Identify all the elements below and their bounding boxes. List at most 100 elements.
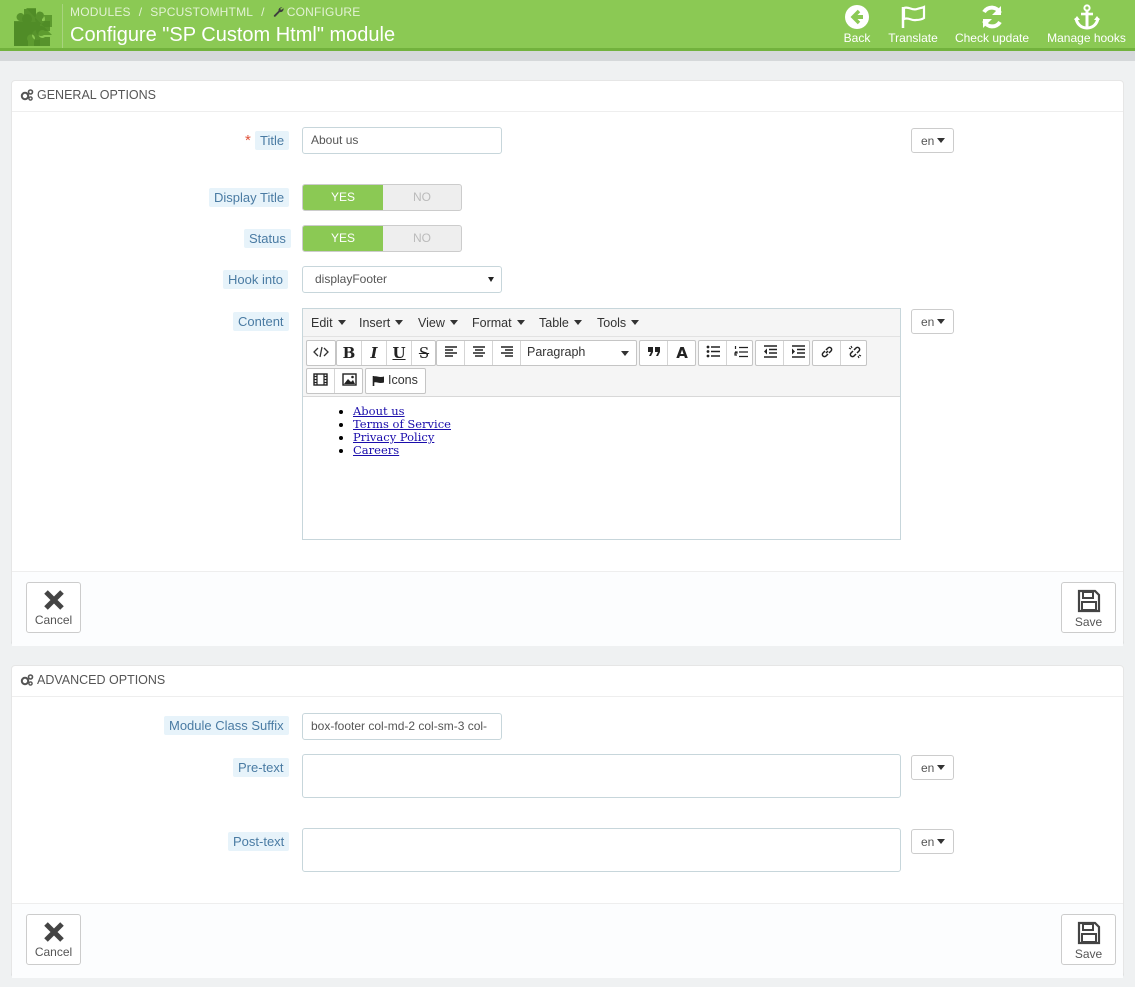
display-title-label: Display Title — [209, 188, 290, 207]
source-code-button[interactable] — [307, 341, 335, 365]
cancel-label: Cancel — [34, 613, 73, 627]
italic-button[interactable]: I — [362, 341, 387, 365]
align-right-icon — [500, 346, 513, 357]
back-button[interactable]: Back — [841, 2, 873, 48]
save-icon — [1077, 921, 1100, 945]
manage-hooks-button[interactable]: Manage hooks — [1043, 2, 1130, 48]
save-button[interactable]: Save — [1061, 582, 1116, 633]
chevron-down-icon — [573, 320, 582, 325]
status-yes[interactable]: YES — [303, 226, 383, 251]
block-format-select[interactable]: Paragraph — [521, 341, 636, 365]
underline-button[interactable]: U — [387, 341, 412, 365]
check-update-label: Check update — [954, 31, 1030, 45]
text-color-button[interactable]: A — [668, 341, 696, 365]
align-left-button[interactable] — [437, 341, 465, 365]
post-text-label: Post-text — [228, 832, 290, 851]
pre-text-input[interactable] — [302, 754, 901, 798]
insert-link-button[interactable] — [813, 341, 841, 365]
close-icon — [43, 590, 64, 610]
post-text-lang-dropdown[interactable]: en — [911, 829, 954, 854]
chevron-down-icon — [937, 319, 946, 324]
menu-view[interactable]: View — [418, 316, 458, 330]
status-no[interactable]: NO — [383, 226, 461, 251]
remove-link-button[interactable] — [841, 341, 869, 365]
chevron-down-icon — [621, 351, 629, 356]
indent-button[interactable] — [784, 341, 812, 365]
strikethrough-button[interactable]: S — [412, 341, 436, 365]
align-center-button[interactable] — [465, 341, 493, 365]
film-icon — [313, 373, 328, 386]
link-terms[interactable]: Terms of Service — [353, 417, 451, 431]
outdent-button[interactable] — [756, 341, 784, 365]
cancel-button[interactable]: Cancel — [26, 914, 81, 965]
align-center-icon — [472, 346, 485, 357]
cancel-button[interactable]: Cancel — [26, 582, 81, 633]
save-label: Save — [1074, 947, 1103, 961]
menu-tools[interactable]: Tools — [597, 316, 640, 330]
bullet-list-button[interactable] — [699, 341, 727, 365]
pre-text-lang-dropdown[interactable]: en — [911, 755, 954, 780]
header-bar: MODULES / SPCUSTOMHTML / CONFIGURE Configure… — [0, 0, 1135, 51]
chevron-down-icon — [449, 320, 458, 325]
bold-button[interactable]: B — [337, 341, 362, 365]
module-class-suffix-label: Module Class Suffix — [164, 716, 289, 735]
close-icon — [43, 922, 64, 942]
menu-insert[interactable]: Insert — [359, 316, 404, 330]
title-lang-dropdown[interactable]: en — [911, 128, 954, 153]
toolbar-group-quote: A — [639, 340, 696, 366]
title-label: Title — [255, 131, 290, 150]
outdent-icon — [763, 345, 777, 358]
content-lang-value: en — [921, 315, 935, 329]
select-arrow-icon — [488, 277, 494, 282]
module-class-suffix-input[interactable]: box-footer col-md-2 col-sm-3 col- — [302, 713, 502, 740]
toolbar-group-lists — [698, 340, 753, 366]
pre-text-label: Pre-text — [233, 758, 289, 777]
chevron-down-icon — [937, 839, 946, 844]
display-title-no[interactable]: NO — [383, 185, 461, 210]
toolbar-group-source — [306, 340, 336, 366]
cancel-label: Cancel — [34, 945, 73, 959]
chevron-down-icon — [395, 320, 404, 325]
chevron-down-icon — [337, 320, 346, 325]
advanced-options-heading: ADVANCED OPTIONS — [12, 666, 1123, 697]
editor-content-area[interactable]: About us Terms of Service Privacy Policy… — [303, 397, 900, 539]
menu-edit[interactable]: Edit — [311, 316, 346, 330]
page-title: Configure "SP Custom Html" module — [70, 24, 396, 46]
title-input[interactable]: About us — [302, 127, 502, 154]
link-about-us[interactable]: About us — [353, 404, 405, 418]
blockquote-button[interactable] — [640, 341, 668, 365]
toolbar-group-icons: Icons — [365, 368, 426, 394]
display-title-switch[interactable]: YES NO — [302, 184, 462, 211]
link-icon — [821, 346, 832, 358]
menu-table[interactable]: Table — [539, 316, 582, 330]
content-lang-dropdown[interactable]: en — [911, 309, 954, 334]
unlink-icon — [848, 345, 862, 359]
check-update-button[interactable]: Check update — [952, 2, 1032, 48]
header-shadow-bar — [0, 51, 1135, 61]
numbered-list-button[interactable] — [727, 341, 755, 365]
translate-button[interactable]: Translate — [884, 2, 942, 48]
footer-link-list: About us Terms of Service Privacy Policy… — [303, 405, 451, 457]
insert-video-button[interactable] — [307, 369, 335, 393]
insert-image-button[interactable] — [335, 369, 363, 393]
wrench-icon — [273, 7, 284, 17]
advanced-options-title: ADVANCED OPTIONS — [37, 673, 166, 687]
save-button[interactable]: Save — [1061, 914, 1116, 965]
manage-hooks-label: Manage hooks — [1047, 31, 1126, 45]
insert-icons-button[interactable]: Icons — [366, 369, 425, 393]
post-text-input[interactable] — [302, 828, 901, 872]
display-title-yes[interactable]: YES — [303, 185, 383, 210]
status-switch[interactable]: YES NO — [302, 225, 462, 252]
numbered-list-icon — [734, 346, 748, 358]
save-icon — [1077, 589, 1100, 613]
align-right-button[interactable] — [493, 341, 521, 365]
list-item: Careers — [353, 444, 451, 457]
link-privacy[interactable]: Privacy Policy — [353, 430, 434, 444]
breadcrumb-modules[interactable]: MODULES — [70, 5, 131, 19]
chevron-down-icon — [516, 320, 525, 325]
breadcrumb-module[interactable]: SPCUSTOMHTML — [150, 5, 253, 19]
menu-format[interactable]: Format — [472, 316, 525, 330]
cogs-icon — [20, 674, 34, 686]
link-careers[interactable]: Careers — [353, 443, 399, 457]
hook-into-select[interactable]: displayFooter — [302, 266, 502, 293]
